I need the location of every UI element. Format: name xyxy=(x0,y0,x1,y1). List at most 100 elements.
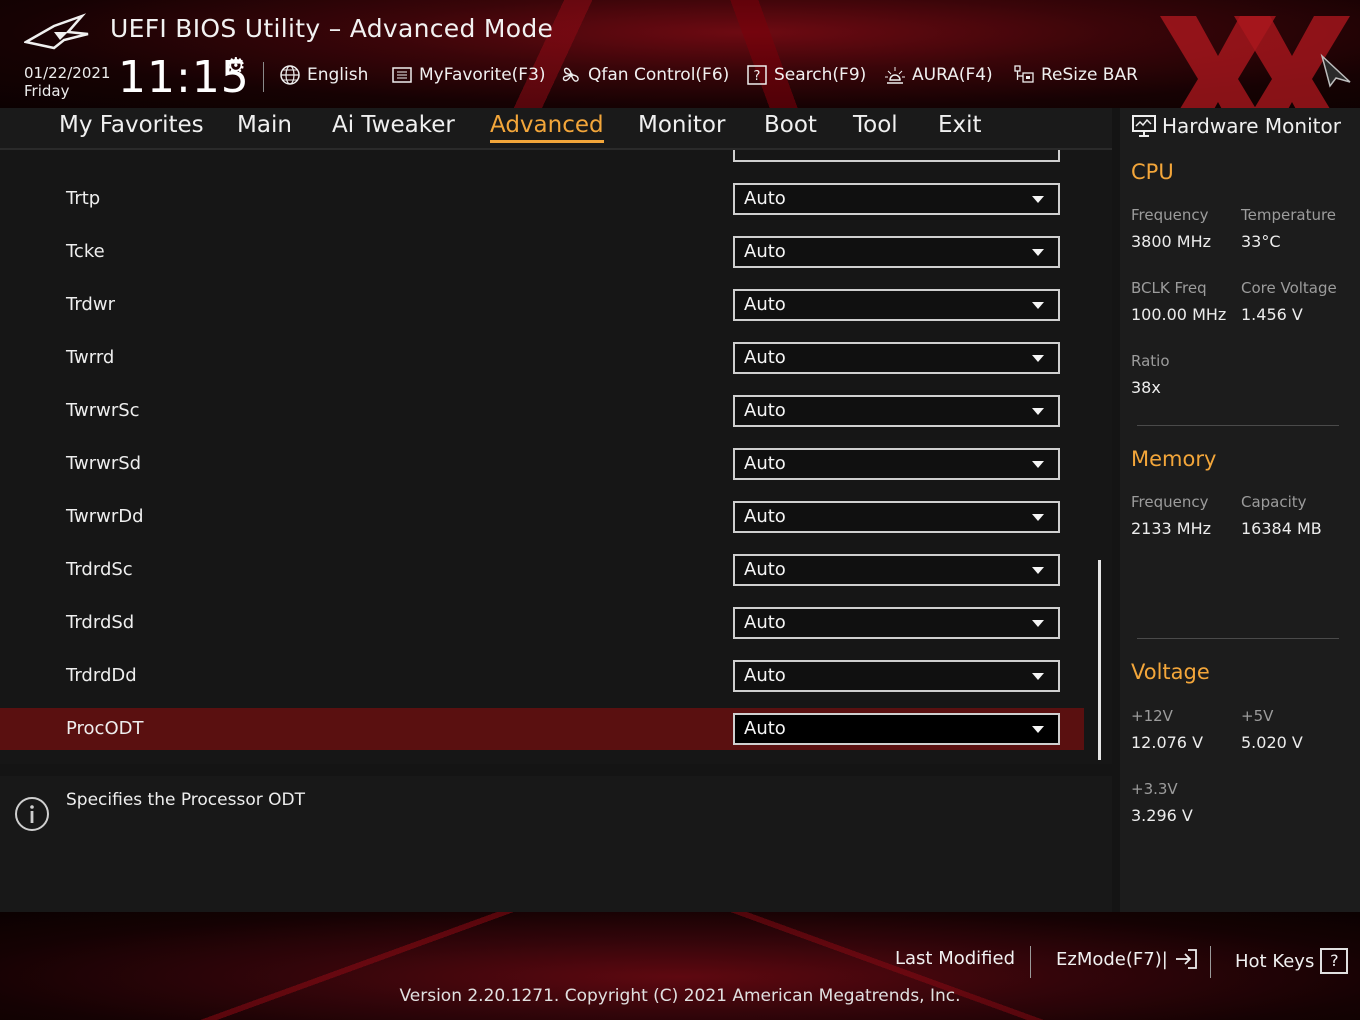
memory-heading: Memory xyxy=(1131,447,1217,471)
memory-capacity-value: 16384 MB xyxy=(1241,519,1322,538)
dropdown-value: Auto xyxy=(744,559,786,580)
setting-label: Twrrd xyxy=(66,347,115,368)
hot-keys-label: Hot Keys xyxy=(1235,950,1315,972)
setting-label: TwrwrSd xyxy=(66,453,142,474)
settings-scrollbar[interactable] xyxy=(1098,560,1101,760)
section-divider xyxy=(1137,638,1339,639)
globe-icon xyxy=(280,65,300,85)
tab-advanced[interactable]: Advanced xyxy=(490,112,604,143)
setting-dropdown[interactable]: Auto xyxy=(733,660,1060,692)
dropdown-arrow-icon xyxy=(1032,461,1044,468)
v33-value: 3.296 V xyxy=(1131,806,1193,825)
setting-dropdown[interactable]: Auto xyxy=(733,183,1060,215)
dropdown-arrow-icon xyxy=(1032,355,1044,362)
v12-label: +12V xyxy=(1131,707,1173,725)
hardware-monitor-panel: Hardware Monitor CPU Frequency Temperatu… xyxy=(1120,108,1360,912)
setting-row-tcke[interactable]: Tcke Auto xyxy=(0,231,1084,273)
bclk-freq-value: 100.00 MHz xyxy=(1131,305,1227,324)
aura-button[interactable]: AURA(F4) xyxy=(884,62,993,88)
myfavorite-label: MyFavorite(F3) xyxy=(419,65,546,85)
setting-dropdown[interactable]: Auto xyxy=(733,501,1060,533)
favorite-list-icon xyxy=(392,67,412,83)
resize-bar-label: ReSize BAR xyxy=(1041,65,1138,85)
dropdown-arrow-icon xyxy=(1032,408,1044,415)
dropdown-arrow-icon xyxy=(1032,302,1044,309)
setting-row-trdrdsd[interactable]: TrdrdSd Auto xyxy=(0,602,1084,644)
bclk-freq-label: BCLK Freq xyxy=(1131,279,1207,297)
resize-bar-button[interactable]: ReSize BAR xyxy=(1013,62,1138,88)
ratio-value: 38x xyxy=(1131,378,1161,397)
dropdown-arrow-icon xyxy=(1032,567,1044,574)
setting-dropdown[interactable]: Auto xyxy=(733,342,1060,374)
monitor-icon xyxy=(1132,115,1156,137)
version-copyright: Version 2.20.1271. Copyright (C) 2021 Am… xyxy=(399,986,961,1006)
language-button[interactable]: English xyxy=(279,62,368,88)
setting-label: TrdrdSc xyxy=(66,559,133,580)
dropdown-arrow-icon xyxy=(1032,196,1044,203)
dropdown-value: Auto xyxy=(744,347,786,368)
setting-row-twrwrdd[interactable]: TwrwrDd Auto xyxy=(0,496,1084,538)
setting-row-twrwrsd[interactable]: TwrwrSd Auto xyxy=(0,443,1084,485)
setting-row-twrrd[interactable]: Twrrd Auto xyxy=(0,337,1084,379)
core-voltage-value: 1.456 V xyxy=(1241,305,1303,324)
dropdown-value: Auto xyxy=(744,665,786,686)
myfavorite-button[interactable]: MyFavorite(F3) xyxy=(391,62,546,88)
description-text: Specifies the Processor ODT xyxy=(66,790,305,810)
aura-light-icon xyxy=(885,67,905,84)
setting-dropdown[interactable]: Auto xyxy=(733,713,1060,745)
dropdown-value: Auto xyxy=(744,241,786,262)
last-modified-label: Last Modified xyxy=(895,948,1016,969)
setting-label: Tcke xyxy=(66,241,105,262)
setting-row-twrwrsc[interactable]: TwrwrSc Auto xyxy=(0,390,1084,432)
question-icon: ? xyxy=(1320,948,1349,974)
setting-dropdown[interactable]: Auto xyxy=(733,554,1060,586)
setting-row-trdrddd[interactable]: TrdrdDd Auto xyxy=(0,655,1084,697)
tab-tool[interactable]: Tool xyxy=(853,112,898,140)
app-title: UEFI BIOS Utility – Advanced Mode xyxy=(110,14,554,43)
setting-dropdown[interactable]: Auto xyxy=(733,448,1060,480)
gear-icon[interactable]: ⚙ xyxy=(226,54,246,79)
hardware-monitor-label: Hardware Monitor xyxy=(1162,114,1341,138)
setting-dropdown[interactable]: Auto xyxy=(733,236,1060,268)
tab-main[interactable]: Main xyxy=(237,112,292,140)
tab-exit[interactable]: Exit xyxy=(938,112,982,140)
dropdown-value: Auto xyxy=(744,506,786,527)
mouse-cursor-icon xyxy=(1320,53,1351,88)
tab-ai-tweaker[interactable]: Ai Tweaker xyxy=(332,112,455,140)
dropdown-value: Auto xyxy=(744,612,786,633)
ratio-label: Ratio xyxy=(1131,352,1170,370)
dropdown-arrow-icon xyxy=(1032,673,1044,680)
v5-value: 5.020 V xyxy=(1241,733,1303,752)
setting-label: Trtp xyxy=(66,188,101,209)
dropdown-value: Auto xyxy=(744,453,786,474)
setting-dropdown[interactable]: Auto xyxy=(733,607,1060,639)
tab-monitor[interactable]: Monitor xyxy=(638,112,725,140)
memory-frequency-value: 2133 MHz xyxy=(1131,519,1212,538)
setting-row-trdwr[interactable]: Trdwr Auto xyxy=(0,284,1084,326)
setting-dropdown[interactable]: Auto xyxy=(733,395,1060,427)
setting-row-trdrdsc[interactable]: TrdrdSc Auto xyxy=(0,549,1084,591)
tab-my-favorites[interactable]: My Favorites xyxy=(59,112,204,140)
v5-label: +5V xyxy=(1241,707,1274,725)
setting-row-procodt[interactable]: ProcODT Auto xyxy=(0,708,1084,750)
voltage-heading: Voltage xyxy=(1131,660,1210,684)
core-voltage-label: Core Voltage xyxy=(1241,279,1337,297)
setting-dropdown[interactable]: Auto xyxy=(733,289,1060,321)
tab-boot[interactable]: Boot xyxy=(764,112,817,140)
setting-label: TrdrdSd xyxy=(66,612,135,633)
setting-label: TwrwrDd xyxy=(66,506,144,527)
last-modified-button[interactable]: Last Modified xyxy=(895,948,1015,969)
qfan-control-button[interactable]: Qfan Control(F6) xyxy=(560,62,729,88)
partial-dropdown-above[interactable] xyxy=(733,150,1060,162)
setting-label: TwrwrSc xyxy=(66,400,140,421)
ezmode-button[interactable]: EzMode(F7)| xyxy=(1056,948,1198,970)
footer-divider xyxy=(1210,946,1211,978)
setting-label: TrdrdDd xyxy=(66,665,137,686)
setting-row-trtp[interactable]: Trtp Auto xyxy=(0,178,1084,220)
dropdown-arrow-icon xyxy=(1032,249,1044,256)
memory-capacity-label: Capacity xyxy=(1241,493,1307,511)
date-text: 01/22/2021 xyxy=(24,64,111,82)
search-button[interactable]: ? Search(F9) xyxy=(746,62,866,88)
dropdown-arrow-icon xyxy=(1032,620,1044,627)
hot-keys-button[interactable]: Hot Keys ? xyxy=(1235,948,1349,974)
